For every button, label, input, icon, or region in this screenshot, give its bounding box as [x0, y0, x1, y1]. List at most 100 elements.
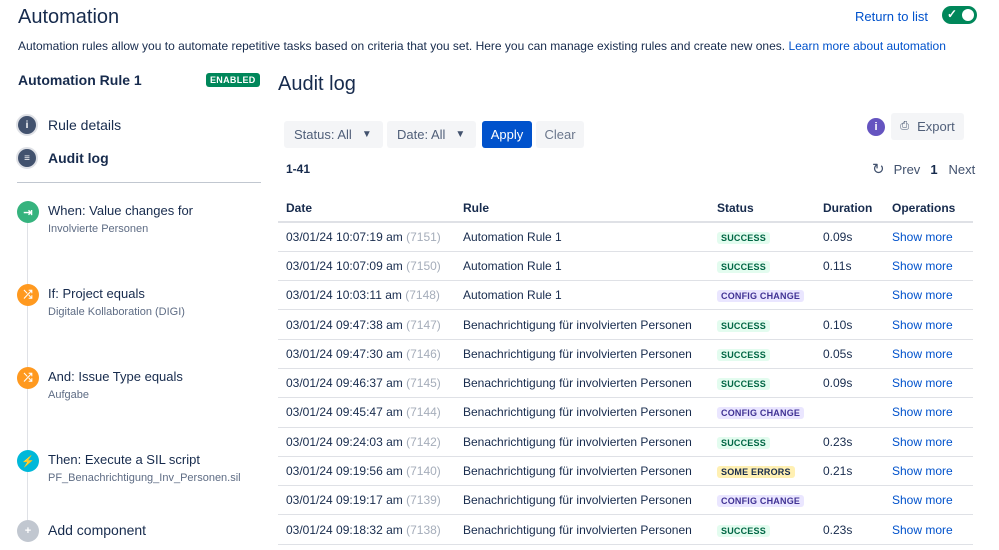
- show-more-link[interactable]: Show more: [884, 368, 973, 399]
- refresh-icon[interactable]: ↻: [872, 160, 885, 178]
- condition-icon: ⤮: [17, 284, 39, 306]
- duration-cell: 0.23s: [815, 514, 884, 545]
- column-header-status[interactable]: Status: [709, 195, 815, 223]
- duration-cell: 0.09s: [815, 222, 884, 252]
- sidebar-item-audit-log[interactable]: ≡ Audit log: [16, 145, 109, 171]
- learn-more-link[interactable]: Learn more about automation: [788, 39, 945, 53]
- status-filter[interactable]: Status: All ▼: [284, 121, 383, 148]
- log-id: (7151): [406, 229, 441, 244]
- status-cell: SOME ERRORS: [709, 456, 815, 487]
- show-more-link[interactable]: Show more: [884, 280, 973, 311]
- page-description: Automation rules allow you to automate r…: [18, 39, 946, 53]
- status-lozenge: SUCCESS: [717, 319, 770, 332]
- component-title: If: Project equals: [48, 286, 145, 301]
- date-cell: 03/01/24 10:07:19 am (7151): [278, 222, 455, 252]
- status-cell: SUCCESS: [709, 222, 815, 252]
- date-text: 03/01/24 09:47:38 am: [286, 317, 403, 332]
- date-cell: 03/01/24 09:24:03 am (7142): [278, 427, 455, 457]
- log-id: (7140): [406, 464, 441, 479]
- log-id: (7142): [406, 434, 441, 449]
- sidebar-item-label: Audit log: [48, 150, 109, 166]
- log-id: (7147): [406, 317, 441, 332]
- sidebar-item-rule-details[interactable]: i Rule details: [16, 112, 121, 138]
- duration-cell: [815, 280, 884, 311]
- info-icon[interactable]: i: [867, 118, 885, 136]
- sidebar-divider: [17, 182, 261, 183]
- duration-cell: 0.21s: [815, 456, 884, 487]
- date-cell: 03/01/24 09:46:37 am (7145): [278, 368, 455, 399]
- component-title: And: Issue Type equals: [48, 369, 183, 384]
- export-button[interactable]: ⎙ Export: [891, 113, 964, 140]
- status-cell: SUCCESS: [709, 251, 815, 282]
- component-subtitle: Aufgabe: [48, 389, 89, 401]
- current-page: 1: [930, 161, 938, 177]
- date-text: 03/01/24 09:47:30 am: [286, 346, 403, 361]
- rule-enabled-toggle[interactable]: ✓: [942, 6, 977, 24]
- show-more-link[interactable]: Show more: [884, 309, 973, 340]
- prev-page-button[interactable]: Prev: [894, 162, 921, 177]
- sidebar-item-label: Rule details: [48, 117, 122, 133]
- table-row: 03/01/24 09:24:03 am (7142) Benachrichtig…: [278, 427, 973, 457]
- rule-cell: Benachrichtigung für involvierten Person…: [455, 368, 709, 399]
- log-id: (7146): [406, 346, 441, 361]
- table-row: 03/01/24 10:07:19 am (7151) Automation Ru…: [278, 222, 973, 252]
- show-more-link[interactable]: Show more: [884, 485, 973, 516]
- list-icon: ≡: [16, 147, 38, 169]
- pagination: ↻ Prev 1 Next: [872, 160, 975, 178]
- next-page-button[interactable]: Next: [949, 162, 976, 177]
- component-subtitle: PF_Benachrichtigung_Inv_Personen.sil: [48, 472, 241, 484]
- status-lozenge: SUCCESS: [717, 524, 770, 537]
- date-cell: 03/01/24 10:03:11 am (7148): [278, 280, 455, 311]
- return-to-list-link[interactable]: Return to list: [855, 9, 928, 24]
- plus-icon: +: [17, 520, 39, 542]
- status-cell: CONFIG CHANGE: [709, 397, 815, 428]
- date-cell: 03/01/24 09:45:47 am (7144): [278, 397, 455, 428]
- export-icon: ⎙: [900, 120, 910, 132]
- date-cell: 03/01/24 09:47:30 am (7146): [278, 339, 455, 369]
- show-more-link[interactable]: Show more: [884, 456, 973, 487]
- status-cell: CONFIG CHANGE: [709, 485, 815, 516]
- status-lozenge: CONFIG CHANGE: [717, 495, 805, 508]
- table-header-row: Date Rule Status Duration Operations: [278, 195, 973, 223]
- status-lozenge: SUCCESS: [717, 260, 770, 273]
- log-id: (7138): [406, 522, 441, 537]
- date-text: 03/01/24 09:24:03 am: [286, 434, 403, 449]
- date-text: 03/01/24 10:07:19 am: [286, 229, 403, 244]
- status-lozenge: SUCCESS: [717, 231, 770, 244]
- date-cell: 03/01/24 09:19:17 am (7139): [278, 485, 455, 516]
- clear-button[interactable]: Clear: [536, 121, 584, 148]
- log-id: (7148): [405, 288, 440, 303]
- column-header-rule[interactable]: Rule: [455, 195, 709, 223]
- date-cell: 03/01/24 09:19:56 am (7140): [278, 456, 455, 487]
- audit-log-table: Date Rule Status Duration Operations 03/…: [278, 195, 973, 545]
- show-more-link[interactable]: Show more: [884, 339, 973, 369]
- table-row: 03/01/24 09:45:47 am (7144) Benachrichtig…: [278, 397, 973, 428]
- show-more-link[interactable]: Show more: [884, 427, 973, 457]
- status-cell: SUCCESS: [709, 368, 815, 399]
- action-icon: ⚡: [17, 450, 39, 472]
- date-text: 03/01/24 09:19:17 am: [286, 493, 403, 508]
- table-row: 03/01/24 10:07:09 am (7150) Automation Ru…: [278, 251, 973, 282]
- component-title: When: Value changes for: [48, 203, 194, 218]
- info-icon: i: [16, 114, 38, 136]
- add-component-label: Add component: [48, 522, 147, 538]
- rule-cell: Benachrichtigung für involvierten Person…: [455, 309, 709, 340]
- date-filter[interactable]: Date: All ▼: [387, 121, 476, 148]
- component-subtitle: Involvierte Personen: [48, 223, 149, 235]
- column-header-operations: Operations: [884, 195, 973, 223]
- show-more-link[interactable]: Show more: [884, 251, 973, 282]
- table-row: 03/01/24 09:18:32 am (7138) Benachrichtig…: [278, 514, 973, 545]
- table-row: 03/01/24 10:03:11 am (7148) Automation Ru…: [278, 280, 973, 311]
- table-row: 03/01/24 09:19:17 am (7139) Benachrichtig…: [278, 485, 973, 516]
- column-header-duration[interactable]: Duration: [815, 195, 884, 223]
- status-filter-label: Status: All: [294, 127, 352, 142]
- column-header-date[interactable]: Date: [278, 195, 455, 223]
- show-more-link[interactable]: Show more: [884, 222, 973, 252]
- status-cell: SUCCESS: [709, 339, 815, 369]
- table-row: 03/01/24 09:47:38 am (7147) Benachrichtig…: [278, 309, 973, 340]
- apply-button[interactable]: Apply: [482, 121, 532, 148]
- show-more-link[interactable]: Show more: [884, 397, 973, 428]
- date-text: 03/01/24 10:03:11 am: [286, 288, 402, 303]
- show-more-link[interactable]: Show more: [884, 514, 973, 545]
- check-icon: ✓: [947, 7, 958, 21]
